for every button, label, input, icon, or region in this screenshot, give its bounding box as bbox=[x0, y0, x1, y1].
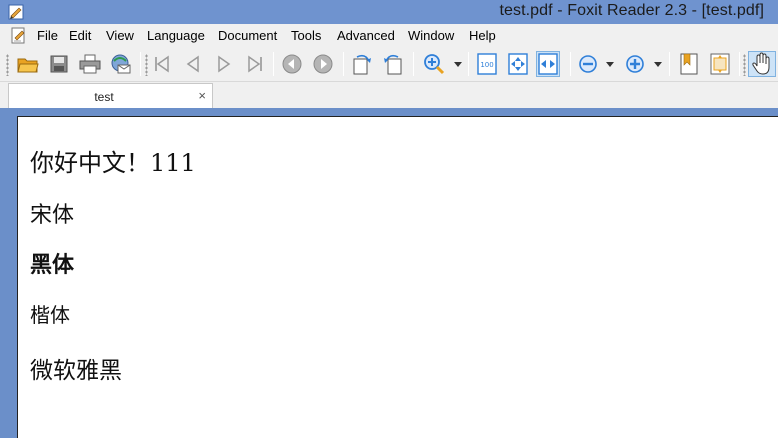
menu-window[interactable]: Window bbox=[408, 28, 454, 43]
go-back-button[interactable] bbox=[280, 51, 304, 77]
zoom-in-button[interactable] bbox=[623, 51, 647, 77]
save-icon bbox=[50, 55, 68, 73]
rotate-right-icon bbox=[384, 54, 402, 75]
zoom-in-dropdown[interactable] bbox=[653, 58, 663, 70]
go-forward-icon bbox=[313, 54, 333, 74]
window-title: test.pdf - Foxit Reader 2.3 - [test.pdf] bbox=[499, 2, 764, 19]
fit-visible-button[interactable] bbox=[708, 51, 732, 77]
toolbar-separator bbox=[413, 52, 414, 76]
fit-page-button[interactable] bbox=[506, 51, 530, 77]
rotate-left-button[interactable] bbox=[350, 51, 374, 77]
text-line-songti: 宋体 bbox=[30, 203, 75, 228]
previous-page-button[interactable] bbox=[181, 51, 205, 77]
toolbar-separator bbox=[343, 52, 344, 76]
title-bar: test.pdf - Foxit Reader 2.3 - [test.pdf] bbox=[0, 0, 778, 24]
zoom-out-button[interactable] bbox=[576, 51, 600, 77]
toolbar: 100 bbox=[0, 46, 778, 82]
zoom-in-icon bbox=[626, 55, 644, 73]
text-line-greeting: 你好中文！111 bbox=[30, 149, 196, 177]
menu-document[interactable]: Document bbox=[218, 28, 277, 43]
menu-view[interactable]: View bbox=[106, 28, 134, 43]
next-page-icon bbox=[218, 55, 231, 73]
menu-help[interactable]: Help bbox=[469, 28, 496, 43]
email-icon bbox=[111, 54, 131, 74]
text-line-kaiti: 楷体 bbox=[30, 303, 70, 327]
save-button[interactable] bbox=[47, 51, 71, 77]
pdf-page[interactable]: 你好中文！111 宋体 黑体 楷体 微软雅黑 bbox=[17, 116, 778, 438]
toolbar-separator bbox=[669, 52, 670, 76]
tab-test[interactable]: test × bbox=[8, 83, 213, 108]
fit-visible-icon bbox=[710, 53, 730, 75]
rotate-left-icon bbox=[353, 54, 371, 75]
actual-size-button[interactable]: 100 bbox=[475, 51, 499, 77]
close-icon[interactable]: × bbox=[198, 88, 206, 103]
hand-tool-button[interactable] bbox=[748, 51, 776, 77]
toolbar-grip[interactable] bbox=[743, 54, 746, 76]
foxit-app-icon[interactable] bbox=[8, 4, 24, 20]
print-button[interactable] bbox=[78, 51, 102, 77]
open-button[interactable] bbox=[16, 51, 40, 77]
previous-page-icon bbox=[186, 55, 199, 73]
toolbar-separator bbox=[739, 52, 740, 76]
go-back-icon bbox=[282, 54, 302, 74]
chevron-down-icon bbox=[454, 61, 462, 67]
toolbar-separator bbox=[273, 52, 274, 76]
menu-bar: File Edit View Language Document Tools A… bbox=[0, 24, 778, 46]
svg-text:100: 100 bbox=[480, 61, 493, 69]
menu-edit[interactable]: Edit bbox=[69, 28, 91, 43]
zoom-tool-dropdown[interactable] bbox=[453, 58, 463, 70]
menu-language[interactable]: Language bbox=[147, 28, 205, 43]
go-forward-button[interactable] bbox=[311, 51, 335, 77]
fit-page-icon bbox=[508, 53, 528, 75]
next-page-button[interactable] bbox=[212, 51, 236, 77]
fit-width-icon bbox=[538, 53, 558, 75]
toolbar-separator bbox=[468, 52, 469, 76]
menu-tools[interactable]: Tools bbox=[291, 28, 321, 43]
toolbar-separator bbox=[140, 52, 141, 76]
rotate-right-button[interactable] bbox=[381, 51, 405, 77]
zoom-tool-button[interactable] bbox=[422, 51, 446, 77]
zoom-out-dropdown[interactable] bbox=[605, 58, 615, 70]
text-line-heiti: 黑体 bbox=[30, 253, 75, 278]
toolbar-separator bbox=[570, 52, 571, 76]
email-button[interactable] bbox=[108, 51, 132, 77]
open-folder-icon bbox=[17, 58, 39, 73]
first-page-icon bbox=[155, 55, 169, 73]
document-menu-icon[interactable] bbox=[10, 27, 28, 44]
fit-width-button[interactable] bbox=[536, 51, 560, 77]
bookmark-button[interactable] bbox=[677, 51, 701, 77]
hand-tool-icon bbox=[752, 52, 770, 75]
chevron-down-icon bbox=[606, 61, 614, 67]
zoom-out-icon bbox=[579, 55, 597, 73]
print-icon bbox=[79, 54, 101, 74]
toolbar-grip[interactable] bbox=[6, 54, 9, 76]
last-page-icon bbox=[248, 55, 262, 73]
actual-size-icon: 100 bbox=[477, 53, 497, 75]
document-tab-bar: test × bbox=[0, 82, 778, 108]
document-viewer[interactable]: 你好中文！111 宋体 黑体 楷体 微软雅黑 bbox=[0, 108, 778, 438]
bookmark-icon bbox=[680, 53, 698, 75]
tab-label: test bbox=[94, 90, 114, 104]
text-line-yahei: 微软雅黑 bbox=[30, 358, 122, 384]
menu-advanced[interactable]: Advanced bbox=[337, 28, 395, 43]
chevron-down-icon bbox=[654, 61, 662, 67]
menu-file[interactable]: File bbox=[37, 28, 58, 43]
first-page-button[interactable] bbox=[150, 51, 174, 77]
toolbar-grip[interactable] bbox=[145, 54, 148, 76]
last-page-button[interactable] bbox=[243, 51, 267, 77]
zoom-in-tool-icon bbox=[424, 54, 445, 75]
